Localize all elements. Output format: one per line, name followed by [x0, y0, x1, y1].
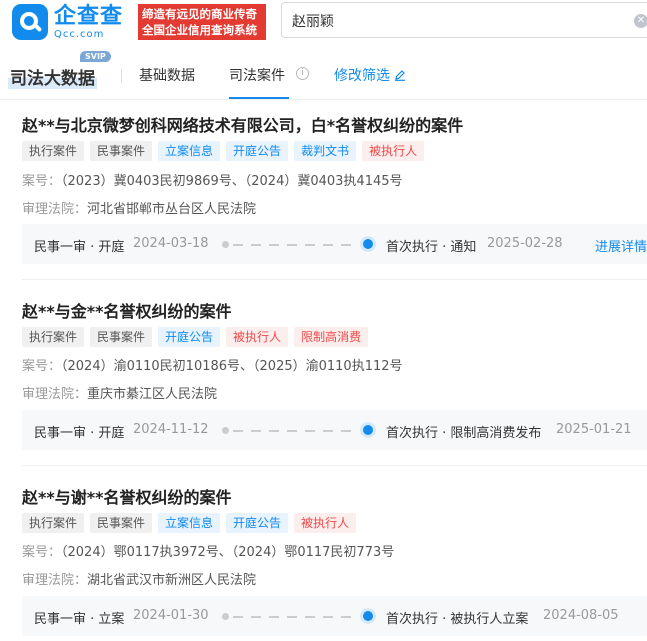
timeline-end-date: 2024-08-05 [543, 608, 619, 623]
court-value: 重庆市綦江区人民法院 [87, 387, 218, 402]
timeline-start-label: 民事一审 · 开庭 [34, 426, 125, 441]
judicial-bigdata-title: 司法大数据 [8, 64, 97, 89]
tab-basic-data[interactable]: 基础数据 [139, 65, 195, 85]
timeline-start-label: 民事一审 · 立案 [34, 612, 125, 627]
timeline-start-date: 2024-01-30 [133, 608, 209, 623]
search-value[interactable]: 赵丽颖 [292, 11, 334, 31]
timeline-dashes [233, 616, 359, 618]
timeline-end-date: 2025-01-21 [556, 422, 632, 437]
case-number: 案号：（2023）冀0403民初9869号、（2024）冀0403执4145号 [22, 170, 403, 189]
case-title[interactable]: 赵**与北京微梦创科网络技术有限公司，白*名誉权纠纷的案件 [22, 112, 463, 136]
tab-judicial-cases[interactable]: 司法案件 [229, 65, 285, 85]
timeline-start-label: 民事一审 · 开庭 [34, 240, 125, 255]
divider [22, 465, 647, 466]
timeline-end-label: 首次执行 · 限制高消费发布 [386, 426, 542, 441]
case-number-label: 案号： [22, 545, 62, 560]
case-number-label: 案号： [22, 359, 62, 374]
court: 审理法院：湖北省武汉市新洲区人民法院 [22, 569, 256, 588]
timeline-end-dot [363, 425, 373, 435]
tag[interactable]: 开庭公告 [158, 327, 221, 347]
top-header: 企查查 Qcc.com 缔造有远见的商业传奇 全国企业信用查询系统 赵丽颖 ✕ [0, 0, 647, 46]
edit-icon [394, 69, 406, 81]
tag[interactable]: 被执行人 [294, 513, 357, 533]
court-label: 审理法院： [22, 202, 88, 217]
case-tags: 执行案件 民事案件 开庭公告 被执行人 限制高消费 [22, 327, 369, 347]
logo[interactable]: 企查查 Qcc.com [12, 4, 123, 40]
case-timeline: 民事一审 · 开庭 2024-03-18 首次执行 · 通知 2025-02-2… [22, 224, 647, 264]
tag[interactable]: 开庭公告 [226, 513, 289, 533]
tag[interactable]: 限制高消费 [294, 327, 369, 347]
timeline-start-date: 2024-11-12 [133, 422, 209, 437]
logo-domain: Qcc.com [54, 28, 105, 40]
case-number-value: （2024）鄂0117执3972号、（2024）鄂0117民初773号 [61, 545, 395, 560]
clear-icon[interactable]: ✕ [634, 14, 647, 28]
tag[interactable]: 裁判文书 [294, 141, 357, 161]
slogan-line-1: 缔造有远见的商业传奇 [142, 7, 257, 21]
timeline-dashes [233, 244, 359, 246]
divider [22, 279, 647, 280]
tag[interactable]: 开庭公告 [226, 141, 289, 161]
case-title[interactable]: 赵**与金**名誉权纠纷的案件 [22, 298, 231, 322]
court: 审理法院：重庆市綦江区人民法院 [22, 383, 217, 402]
case-number: 案号：（2024）渝0110民初10186号、（2025）渝0110执112号 [22, 355, 403, 374]
tag: 执行案件 [22, 513, 85, 533]
slogan-banner: 缔造有远见的商业传奇 全国企业信用查询系统 [138, 4, 266, 40]
active-tab-indicator [229, 97, 289, 99]
modify-filter-label: 修改筛选 [334, 68, 390, 84]
timeline-end-label: 首次执行 · 被执行人立案 [386, 612, 529, 627]
tab-divider [121, 69, 122, 83]
tag[interactable]: 立案信息 [158, 141, 221, 161]
court-value: 湖北省武汉市新洲区人民法院 [87, 573, 257, 588]
court: 审理法院：河北省邯郸市丛台区人民法院 [22, 198, 256, 217]
timeline-end-label: 首次执行 · 通知 [386, 240, 477, 255]
court-value: 河北省邯郸市丛台区人民法院 [87, 202, 257, 217]
tag[interactable]: 被执行人 [226, 327, 289, 347]
case-number-value: （2023）冀0403民初9869号、（2024）冀0403执4145号 [61, 174, 403, 189]
tab-bar: 司法大数据 SVIP 基础数据 司法案件 i 修改筛选 [0, 46, 647, 100]
case-timeline: 民事一审 · 开庭 2024-11-12 首次执行 · 限制高消费发布 2025… [22, 410, 647, 450]
svip-badge: SVIP [80, 51, 111, 62]
modify-filter-button[interactable]: 修改筛选 [334, 65, 406, 85]
case-number: 案号：（2024）鄂0117执3972号、（2024）鄂0117民初773号 [22, 541, 394, 560]
logo-name: 企查查 [54, 3, 124, 29]
court-label: 审理法院： [22, 387, 88, 402]
timeline-start-dot [222, 427, 229, 434]
timeline-end-dot [363, 611, 373, 621]
slogan-line-2: 全国企业信用查询系统 [142, 23, 257, 37]
info-icon[interactable]: i [296, 67, 309, 80]
case-tags: 执行案件 民事案件 立案信息 开庭公告 被执行人 [22, 513, 357, 533]
tag: 执行案件 [22, 141, 85, 161]
tag: 民事案件 [90, 513, 153, 533]
case-timeline: 民事一审 · 立案 2024-01-30 首次执行 · 被执行人立案 2024-… [22, 596, 647, 636]
timeline-end-dot [363, 239, 373, 249]
search-input[interactable]: 赵丽颖 ✕ [281, 2, 647, 38]
tag: 民事案件 [90, 141, 153, 161]
timeline-end-date: 2025-02-28 [487, 236, 563, 251]
timeline-start-dot [222, 613, 229, 620]
case-number-label: 案号： [22, 174, 62, 189]
timeline-start-dot [222, 241, 229, 248]
tag: 执行案件 [22, 327, 85, 347]
tag: 民事案件 [90, 327, 153, 347]
timeline-dashes [233, 430, 359, 432]
tag[interactable]: 被执行人 [362, 141, 425, 161]
timeline-start-date: 2024-03-18 [133, 236, 209, 251]
tag[interactable]: 立案信息 [158, 513, 221, 533]
qcc-logo-icon [12, 4, 48, 40]
court-label: 审理法院： [22, 573, 88, 588]
progress-details-link[interactable]: 进展详情 [595, 236, 647, 255]
case-number-value: （2024）渝0110民初10186号、（2025）渝0110执112号 [61, 359, 403, 374]
case-tags: 执行案件 民事案件 立案信息 开庭公告 裁判文书 被执行人 [22, 141, 425, 161]
case-title[interactable]: 赵**与谢**名誉权纠纷的案件 [22, 484, 231, 508]
